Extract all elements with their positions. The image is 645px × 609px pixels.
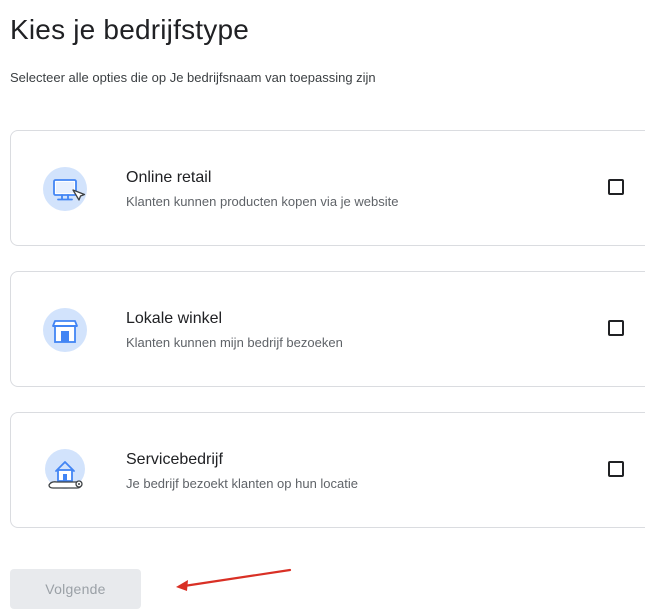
options-list: Online retail Klanten kunnen producten k…: [0, 0, 645, 602]
house-map-pin-icon: [43, 447, 91, 495]
option-title: Lokale winkel: [126, 310, 223, 327]
option-title: Servicebedrijf: [126, 451, 223, 468]
option-description: Klanten kunnen producten kopen via je we…: [126, 194, 399, 209]
option-card-servicebedrijf[interactable]: Servicebedrijf Je bedrijf bezoekt klante…: [10, 412, 645, 528]
next-button[interactable]: Volgende: [10, 569, 141, 609]
option-description: Je bedrijf bezoekt klanten op hun locati…: [126, 476, 358, 491]
option-checkbox-lokale-winkel[interactable]: [608, 320, 624, 336]
red-arrow-annotation: [176, 568, 292, 591]
option-description: Klanten kunnen mijn bedrijf bezoeken: [126, 335, 343, 350]
option-card-lokale-winkel[interactable]: Lokale winkel Klanten kunnen mijn bedrij…: [10, 271, 645, 387]
option-checkbox-online-retail[interactable]: [608, 179, 624, 195]
option-card-online-retail[interactable]: Online retail Klanten kunnen producten k…: [10, 130, 645, 246]
storefront-icon: [43, 306, 91, 354]
option-title: Online retail: [126, 169, 212, 186]
option-checkbox-servicebedrijf[interactable]: [608, 461, 624, 477]
monitor-cursor-icon: [43, 165, 91, 213]
